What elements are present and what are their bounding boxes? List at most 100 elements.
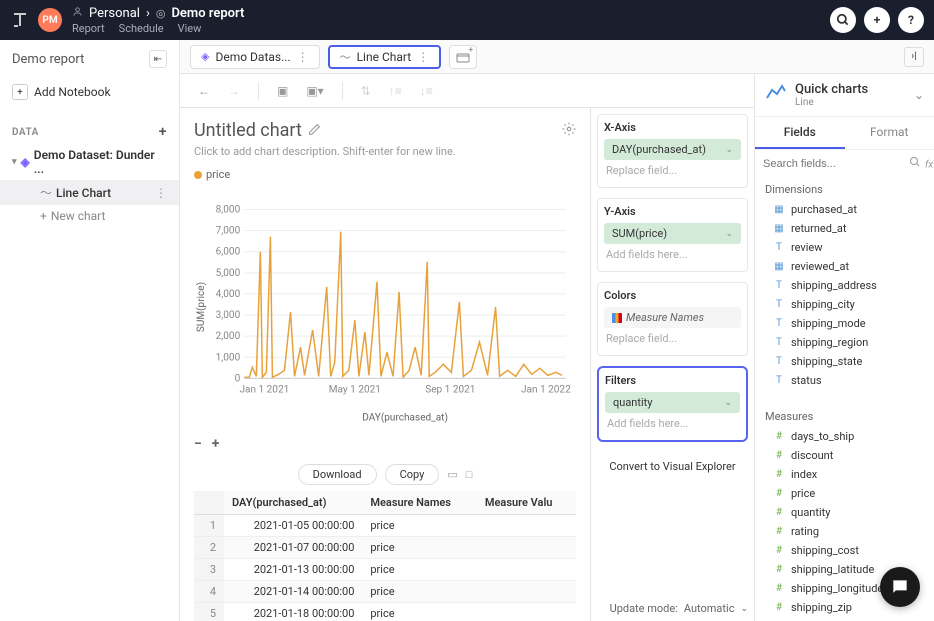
field-item[interactable]: Tstatus: [755, 371, 934, 390]
expand-table-icon[interactable]: □: [466, 468, 473, 481]
copy-button[interactable]: Copy: [385, 464, 440, 485]
more-icon[interactable]: ⋮: [297, 50, 309, 64]
more-icon[interactable]: ⋮: [417, 50, 429, 64]
sort-icon[interactable]: ⇅: [357, 82, 375, 100]
colors-placeholder[interactable]: Replace field...: [604, 328, 741, 349]
add-button[interactable]: +: [864, 7, 890, 33]
table-row[interactable]: 12021-01-05 00:00:00price: [194, 515, 576, 537]
y-axis-chip[interactable]: SUM(price)⌄: [604, 223, 741, 244]
field-item[interactable]: Tshipping_mode: [755, 314, 934, 333]
breadcrumb-current[interactable]: Demo report: [171, 6, 244, 21]
filters-placeholder[interactable]: Add fields here...: [605, 413, 740, 434]
download-button[interactable]: Download: [298, 464, 377, 485]
field-item[interactable]: ▦reviewed_at: [755, 257, 934, 276]
chat-button[interactable]: [880, 567, 920, 607]
data-section-label: DATA: [12, 127, 39, 138]
collapse-sidebar-icon[interactable]: ⇤: [149, 50, 167, 68]
chart-pane: Untitled chart Click to add chart descri…: [180, 108, 590, 621]
top-header: PM Personal › ◎ Demo report Report Sched…: [0, 0, 934, 40]
sidebar-item-line-chart[interactable]: 〜 Line Chart ⋮: [0, 180, 179, 205]
quick-charts-selector[interactable]: Quick charts Line ⌄: [755, 74, 934, 117]
svg-text:2,000: 2,000: [216, 331, 241, 342]
line-chart-icon: 〜: [340, 49, 351, 65]
chevron-down-icon: ▾: [12, 157, 17, 167]
dataset-icon: ◈: [21, 155, 30, 169]
measures-label: Measures: [755, 404, 934, 427]
field-item[interactable]: Tshipping_region: [755, 333, 934, 352]
left-sidebar: Demo report ⇤ + Add Notebook DATA + ▾ ◈ …: [0, 40, 180, 621]
field-item[interactable]: Tshipping_state: [755, 352, 934, 371]
sort-asc-icon[interactable]: ↑≡: [385, 82, 406, 100]
plus-icon: +: [40, 209, 47, 223]
field-item[interactable]: #price: [755, 484, 934, 503]
menu-report[interactable]: Report: [72, 22, 105, 35]
field-item[interactable]: #quantity: [755, 503, 934, 522]
field-item[interactable]: Tshipping_address: [755, 276, 934, 295]
search-button[interactable]: [830, 7, 856, 33]
add-notebook-button[interactable]: + Add Notebook: [0, 78, 179, 106]
sidebar-title: Demo report: [12, 52, 84, 67]
menu-schedule[interactable]: Schedule: [119, 22, 164, 35]
x-axis-chip[interactable]: DAY(purchased_at)⌄: [604, 139, 741, 160]
column-header[interactable]: DAY(purchased_at): [224, 491, 362, 515]
dataset-item[interactable]: ▾ ◈ Demo Dataset: Dunder ...: [0, 144, 179, 180]
field-item[interactable]: ▦returned_at: [755, 219, 934, 238]
zoom-out-button[interactable]: −: [194, 436, 202, 452]
more-icon[interactable]: ⋮: [155, 186, 167, 200]
svg-text:3,000: 3,000: [216, 310, 241, 321]
svg-text:0: 0: [235, 373, 241, 384]
tab-fields[interactable]: Fields: [755, 117, 845, 149]
search-icon[interactable]: [909, 156, 921, 171]
column-header[interactable]: Measure Valu: [477, 491, 576, 515]
report-icon: ◎: [156, 7, 166, 20]
filters-chip[interactable]: quantity⌄: [605, 392, 740, 413]
table-row[interactable]: 42021-01-14 00:00:00price: [194, 581, 576, 603]
field-item[interactable]: #shipping_cost: [755, 541, 934, 560]
forward-icon[interactable]: →: [224, 82, 244, 100]
breadcrumb-root[interactable]: Personal: [89, 6, 140, 21]
sidebar-item-new-chart[interactable]: + New chart: [0, 205, 179, 227]
svg-text:Jan 1 2021: Jan 1 2021: [239, 384, 289, 395]
convert-link[interactable]: Convert to Visual Explorer: [597, 452, 748, 481]
collapse-table-icon[interactable]: ▭: [447, 468, 457, 481]
x-axis-placeholder[interactable]: Replace field...: [604, 160, 741, 181]
layout-dropdown-icon[interactable]: ▣▾: [302, 82, 327, 100]
search-input[interactable]: [763, 158, 905, 170]
right-sidebar: Quick charts Line ⌄ Fields Format fx+ Di…: [754, 74, 934, 621]
gear-icon[interactable]: [562, 122, 576, 139]
table-row[interactable]: 32021-01-13 00:00:00price: [194, 559, 576, 581]
edit-title-icon[interactable]: [308, 123, 321, 139]
tab-format[interactable]: Format: [845, 117, 934, 149]
svg-text:8,000: 8,000: [216, 205, 241, 216]
update-mode[interactable]: Update mode: Automatic ⌄: [610, 602, 748, 615]
expand-icon[interactable]: ›|: [904, 47, 924, 67]
colors-chip[interactable]: Measure Names: [604, 307, 741, 328]
avatar[interactable]: PM: [38, 8, 62, 32]
table-row[interactable]: 52021-01-18 00:00:00price: [194, 603, 576, 621]
menu-view[interactable]: View: [178, 22, 202, 35]
column-header[interactable]: Measure Names: [362, 491, 477, 515]
tab-line-chart[interactable]: 〜 Line Chart ⋮: [328, 45, 442, 69]
y-axis-placeholder[interactable]: Add fields here...: [604, 244, 741, 265]
add-tab-button[interactable]: [449, 45, 477, 69]
chart-description[interactable]: Click to add chart description. Shift-en…: [194, 145, 576, 158]
chevron-down-icon: ⌄: [914, 88, 924, 102]
field-item[interactable]: #rating: [755, 522, 934, 541]
sort-desc-icon[interactable]: ↓≡: [416, 82, 437, 100]
table-row[interactable]: 22021-01-07 00:00:00price: [194, 537, 576, 559]
field-item[interactable]: Treview: [755, 238, 934, 257]
layout-icon[interactable]: ▣: [273, 82, 292, 100]
add-data-icon[interactable]: +: [159, 124, 167, 140]
chart-title[interactable]: Untitled chart: [194, 120, 302, 141]
fx-icon[interactable]: fx+: [925, 156, 934, 170]
field-item[interactable]: ▦purchased_at: [755, 200, 934, 219]
back-icon[interactable]: ←: [194, 82, 214, 100]
help-button[interactable]: ?: [898, 7, 924, 33]
zoom-in-button[interactable]: +: [212, 436, 220, 452]
field-item[interactable]: #days_to_ship: [755, 427, 934, 446]
app-logo[interactable]: [10, 10, 30, 30]
field-item[interactable]: #discount: [755, 446, 934, 465]
field-item[interactable]: #index: [755, 465, 934, 484]
tab-dataset[interactable]: ◈ Demo Datas... ⋮: [190, 45, 320, 69]
field-item[interactable]: Tshipping_city: [755, 295, 934, 314]
